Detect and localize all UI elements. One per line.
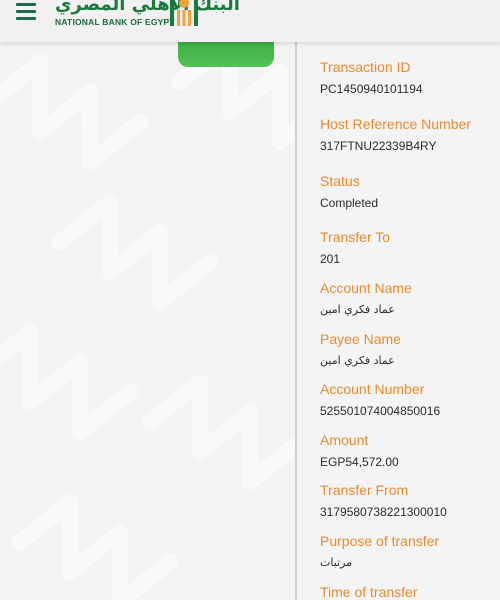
purpose-value: مرتبات (320, 556, 353, 569)
logo-arabic-text: البنك الأهلي المصري (55, 0, 240, 15)
account-name-label: Account Name (320, 280, 412, 296)
time-of-transfer-field: Time of transfer (320, 583, 418, 600)
left-panel (0, 42, 295, 600)
account-card[interactable] (178, 42, 274, 67)
account-number-field: Account Number 525501074004850016 (320, 380, 440, 419)
transfer-from-field: Transfer From 3179580738221300010 (320, 481, 447, 520)
purpose-field: Purpose of transfer مرتبات (320, 532, 439, 571)
time-of-transfer-label: Time of transfer (320, 584, 418, 600)
bank-emblem-icon (170, 0, 198, 26)
payee-name-label: Payee Name (320, 331, 401, 347)
transaction-id-label: Transaction ID (320, 59, 411, 75)
transfer-to-value: 201 (320, 252, 341, 266)
host-reference-value: 317FTNU22339B4RY (320, 139, 437, 153)
logo-english-text: NATIONAL BANK OF EGYPT (55, 17, 175, 27)
background-pattern (0, 42, 295, 600)
status-label: Status (320, 173, 360, 189)
payee-name-field: Payee Name عماد فكري امين (320, 330, 401, 369)
status-field: Status Completed (320, 172, 378, 211)
amount-value: EGP54,572.00 (320, 455, 399, 469)
transfer-to-label: Transfer To (320, 229, 391, 245)
transfer-from-label: Transfer From (320, 482, 409, 498)
purpose-label: Purpose of transfer (320, 533, 440, 549)
transaction-id-value: PC1450940101194 (320, 82, 423, 96)
account-name-field: Account Name عماد فكري امين (320, 279, 412, 318)
transfer-from-value: 3179580738221300010 (320, 505, 447, 519)
account-number-label: Account Number (320, 381, 425, 397)
amount-field: Amount EGP54,572.00 (320, 431, 399, 470)
hamburger-menu-icon[interactable] (16, 3, 36, 21)
host-reference-field: Host Reference Number 317FTNU22339B4RY (320, 115, 471, 154)
app-header: البنك الأهلي المصري NATIONAL BANK OF EGY… (0, 0, 500, 42)
transfer-to-field: Transfer To 201 (320, 228, 390, 267)
payee-name-value: عماد فكري امين (320, 354, 395, 367)
account-number-value: 525501074004850016 (320, 404, 441, 418)
transaction-id-field: Transaction ID PC1450940101194 (320, 58, 423, 97)
amount-label: Amount (320, 432, 369, 448)
host-reference-label: Host Reference Number (320, 116, 471, 132)
transaction-details-panel: Transaction ID PC1450940101194 Host Refe… (297, 42, 500, 600)
page: البنك الأهلي المصري NATIONAL BANK OF EGY… (0, 0, 500, 600)
status-value: Completed (320, 196, 379, 210)
account-name-value: عماد فكري امين (320, 303, 395, 316)
